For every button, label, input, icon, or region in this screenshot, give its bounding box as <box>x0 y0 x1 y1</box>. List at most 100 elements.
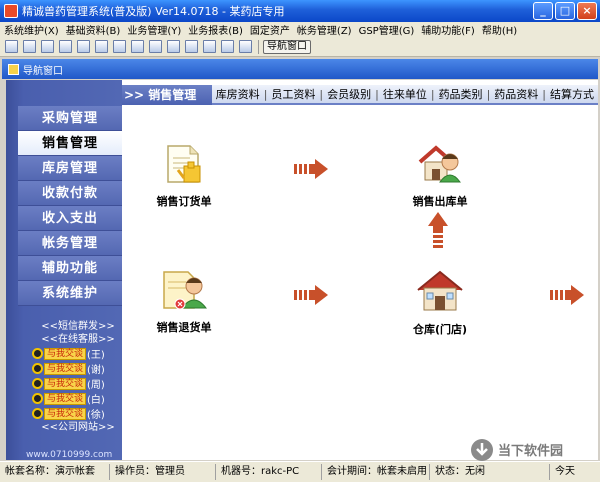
status-state: 状态：无闲 <box>430 464 550 480</box>
qq-contact-name: (周) <box>87 380 105 391</box>
watermark-text: 当下软件园 <box>498 444 564 459</box>
content-tabbar: >> 销售管理 库房资料 | 员工资料 | 会员级别 | 往来单位 | 药品类别 | 药品… <box>122 85 598 105</box>
qq-contact[interactable]: 与我交谈 (白) <box>32 391 128 406</box>
child-window-caption: 导航窗口 <box>2 59 598 79</box>
sales-order-icon <box>167 145 201 183</box>
toolbar-calc-icon[interactable] <box>203 40 216 53</box>
menu-fixed-assets[interactable]: 固定资产 <box>250 22 290 37</box>
toolbar-help-icon[interactable] <box>221 40 234 53</box>
toolbar-chart-icon[interactable] <box>131 40 144 53</box>
tab-drug-category[interactable]: 药品类别 <box>435 86 487 102</box>
menu-bar: 系统维护(X) 基础资料(B) 业务管理(Y) 业务报表(B) 固定资产 帐务管… <box>0 22 600 37</box>
tab-partners[interactable]: 往来单位 <box>379 86 431 102</box>
maximize-button[interactable]: □ <box>555 2 575 20</box>
toolbar-purchase-icon[interactable] <box>5 40 18 53</box>
quick-links: 库房资料 | 员工资料 | 会员级别 | 往来单位 | 药品类别 | 药品资料 | 结算方式 <box>211 85 598 105</box>
menu-gsp[interactable]: GSP管理(G) <box>359 22 415 37</box>
toolbar-doc-icon[interactable] <box>77 40 90 53</box>
service-link[interactable]: <<在线客服>> <box>28 333 128 346</box>
qq-chat-button[interactable]: 与我交谈 <box>44 392 87 405</box>
node-warehouse[interactable]: 仓库(门店) <box>404 268 476 337</box>
app-icon <box>4 4 18 18</box>
qq-chat-button[interactable]: 与我交谈 <box>44 377 87 390</box>
toolbar-list-icon[interactable] <box>59 40 72 53</box>
qq-icon <box>32 363 43 374</box>
menu-reports[interactable]: 业务报表(B) <box>188 22 243 37</box>
toolbar-separator <box>258 39 259 54</box>
toolbar-save-icon[interactable] <box>185 40 198 53</box>
menu-tools[interactable]: 辅助功能(F) <box>421 22 475 37</box>
nav-window-button[interactable]: 导航窗口 <box>263 39 311 54</box>
qq-contact-name: (白) <box>87 395 105 406</box>
qq-contact[interactable]: 与我交谈 (周) <box>32 376 128 391</box>
toolbar-stock-icon[interactable] <box>41 40 54 53</box>
sales-return-label: 销售退货单 <box>156 321 212 334</box>
tab-staff-data[interactable]: 员工资料 <box>267 86 319 102</box>
download-logo-icon <box>471 439 493 461</box>
node-sales-order[interactable]: 销售订货单 <box>148 142 220 209</box>
qq-chat-button[interactable]: 与我交谈 <box>44 362 87 375</box>
sidebar-links: <<短信群发>> <<在线客服>> 与我交谈 (王) 与我交谈 (谢) 与我交谈… <box>28 320 128 434</box>
node-sales-return[interactable]: 销售退货单 <box>148 268 220 335</box>
website-url[interactable]: www.0710999.com <box>26 450 112 460</box>
toolbar-report-icon[interactable] <box>95 40 108 53</box>
sidebar-item-accounts[interactable]: 帐务管理 <box>18 231 122 256</box>
sidebar-item-system[interactable]: 系统维护 <box>18 281 122 306</box>
status-period: 会计期间：帐套未启用 <box>322 464 430 480</box>
sidebar-item-purchase[interactable]: 采购管理 <box>18 106 122 131</box>
qq-contact-name: (谢) <box>87 365 105 376</box>
qq-icon <box>32 378 43 389</box>
arrow-right-icon <box>294 159 328 179</box>
menu-accounts[interactable]: 帐务管理(Z) <box>297 22 352 37</box>
child-window-title: 导航窗口 <box>23 65 63 77</box>
company-site-link[interactable]: <<公司网站>> <box>28 421 128 434</box>
tab-settlement[interactable]: 结算方式 <box>546 86 598 102</box>
menu-system[interactable]: 系统维护(X) <box>4 22 59 37</box>
window-title: 精诚兽药管理系统(普及版) Ver14.0718 - 某药店专用 <box>22 5 285 18</box>
sidebar-item-payments[interactable]: 收款付款 <box>18 181 122 206</box>
sidebar-item-warehouse[interactable]: 库房管理 <box>18 156 122 181</box>
toolbar-sales-icon[interactable] <box>23 40 36 53</box>
arrow-right-icon <box>294 285 328 305</box>
toolbar-user-icon[interactable] <box>113 40 126 53</box>
sidebar-item-sales[interactable]: 销售管理 <box>18 131 122 156</box>
qq-chat-button[interactable]: 与我交谈 <box>44 407 87 420</box>
sidebar-item-income-expense[interactable]: 收入支出 <box>18 206 122 231</box>
sales-order-label: 销售订货单 <box>156 195 212 208</box>
toolbar-settings-icon[interactable] <box>149 40 162 53</box>
qq-contact[interactable]: 与我交谈 (谢) <box>32 361 128 376</box>
window-icon <box>8 63 19 75</box>
qq-contact-name: (徐) <box>87 410 105 421</box>
status-machine: 机器号：rakc-PC <box>216 464 322 480</box>
tab-warehouse-data[interactable]: 库房资料 <box>212 86 264 102</box>
menu-help[interactable]: 帮助(H) <box>482 22 517 37</box>
sidebar-item-tools[interactable]: 辅助功能 <box>18 256 122 281</box>
sales-outbound-label: 销售出库单 <box>412 195 468 208</box>
sidebar-menu: 采购管理 销售管理 库房管理 收款付款 收入支出 帐务管理 辅助功能 系统维护 <box>18 106 122 306</box>
close-button[interactable]: × <box>577 2 597 20</box>
status-account-name: 帐套名称：演示帐套 <box>0 464 110 480</box>
main-content: >> 销售管理 库房资料 | 员工资料 | 会员级别 | 往来单位 | 药品类别 | 药品… <box>122 80 598 460</box>
tab-member-level[interactable]: 会员级别 <box>323 86 375 102</box>
tab-drug-data[interactable]: 药品资料 <box>490 86 542 102</box>
qq-contact[interactable]: 与我交谈 (徐) <box>32 406 128 421</box>
qq-contact[interactable]: 与我交谈 (王) <box>32 346 128 361</box>
menu-basic-data[interactable]: 基础资料(B) <box>66 22 121 37</box>
qq-contact-name: (王) <box>87 350 105 361</box>
toolbar-exit-icon[interactable] <box>239 40 252 53</box>
menu-business[interactable]: 业务管理(Y) <box>127 22 181 37</box>
title-bar: 精诚兽药管理系统(普及版) Ver14.0718 - 某药店专用 _ □ × <box>0 0 600 22</box>
arrow-up-icon <box>428 212 448 248</box>
status-bar: 帐套名称：演示帐套 操作员：管理员 机器号：rakc-PC 会计期间：帐套未启用… <box>0 461 600 482</box>
minimize-button[interactable]: _ <box>533 2 553 20</box>
toolbar-print-icon[interactable] <box>167 40 180 53</box>
sales-return-icon <box>163 271 208 310</box>
arrow-right-icon <box>550 285 584 305</box>
qq-chat-button[interactable]: 与我交谈 <box>44 347 87 360</box>
node-sales-outbound[interactable]: 销售出库单 <box>404 142 476 209</box>
qq-icon <box>32 348 43 359</box>
warehouse-label: 仓库(门店) <box>412 323 468 336</box>
sms-link[interactable]: <<短信群发>> <box>28 320 128 333</box>
toolbar: 导航窗口 <box>0 37 600 57</box>
status-today: 今天 <box>555 466 575 477</box>
